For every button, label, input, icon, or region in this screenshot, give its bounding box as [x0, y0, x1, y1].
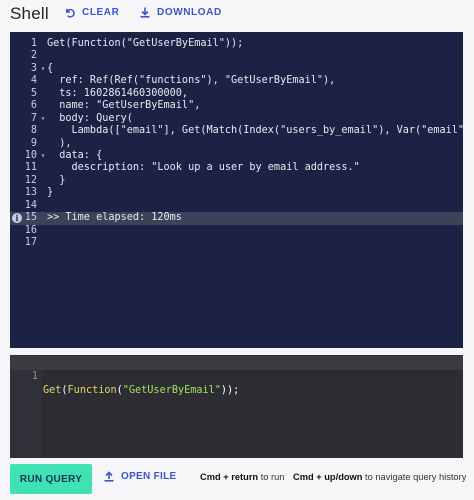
line-content: description: "Look up a user by email ad…: [47, 162, 360, 174]
line-content: {: [47, 62, 54, 74]
output-line: 5 ts: 1602861460300000,: [10, 88, 463, 100]
token-punctuation: ));: [220, 385, 240, 396]
output-line: 13}: [10, 187, 463, 199]
output-line: 3 ▾{: [10, 63, 463, 75]
line-number: 8: [30, 125, 37, 137]
line-content: Get(Function("GetUserByEmail"));: [47, 38, 244, 49]
token-string: "GetUserByEmail": [122, 385, 221, 396]
line-number: 6: [30, 100, 37, 112]
shell-header: Shell CLEAR DOWNLOAD: [0, 0, 474, 30]
token-function: Function: [67, 385, 117, 396]
fold-chevron-icon[interactable]: ▾: [39, 63, 47, 75]
line-content: name: "GetUserByEmail",: [47, 100, 201, 112]
line-number: 2: [30, 50, 37, 62]
history-shortcut-hint: Cmd + up/down to navigate query history: [293, 472, 466, 482]
line-content: ts: 1602861460300000,: [47, 87, 189, 99]
line-content: }: [47, 187, 54, 199]
output-line: 4 ref: Ref(Ref("functions"), "GetUserByE…: [10, 75, 463, 87]
line-content: Lambda(["email"], Get(Match(Index("users…: [47, 125, 463, 137]
editor-line-content[interactable]: Get(Function("GetUserByEmail"));: [43, 384, 239, 398]
download-button[interactable]: DOWNLOAD: [140, 7, 222, 18]
line-number: 11: [24, 162, 37, 174]
line-content: body: Query(: [47, 112, 133, 124]
run-shortcut-hint: Cmd + return to run: [200, 472, 284, 482]
line-number: 4: [30, 75, 37, 87]
output-line: 9 ),: [10, 138, 463, 150]
clear-button[interactable]: CLEAR: [64, 7, 119, 18]
output-line: 14: [10, 200, 463, 212]
output-line: 7 ▾ body: Query(: [10, 113, 463, 125]
line-content: >> Time elapsed: 120ms: [47, 212, 182, 224]
line-number: 5: [30, 87, 37, 99]
line-number: 3: [30, 62, 37, 74]
line-number: 7: [30, 112, 37, 124]
history-shortcut-text: to navigate query history: [362, 472, 467, 482]
output-line: 12 }: [10, 175, 463, 187]
clear-label: CLEAR: [82, 7, 120, 18]
line-content: data: {: [47, 149, 103, 161]
run-query-button[interactable]: RUN QUERY: [10, 464, 92, 494]
output-line: 6 name: "GetUserByEmail",: [10, 100, 463, 112]
line-number: 14: [24, 199, 37, 211]
open-file-button[interactable]: OPEN FILE: [104, 471, 176, 482]
fold-chevron-icon[interactable]: ▾: [39, 113, 47, 125]
token-function: Get: [43, 385, 62, 396]
upload-icon: [104, 471, 114, 482]
output-line: 8 Lambda(["email"], Get(Match(Index("use…: [10, 125, 463, 137]
run-shortcut-text: to run: [258, 472, 285, 482]
output-line: 1 Get(Function("GetUserByEmail"));: [10, 38, 463, 50]
undo-icon: [66, 8, 75, 18]
output-line: 10 ▾ data: {: [10, 150, 463, 162]
open-file-label: OPEN FILE: [121, 471, 177, 482]
history-shortcut-key: Cmd + up/down: [293, 472, 363, 482]
editor-line-number: 1: [31, 371, 38, 382]
download-label: DOWNLOAD: [157, 7, 222, 18]
line-number: 12: [24, 174, 37, 186]
output-code: 1 Get(Function("GetUserByEmail")); 2 3 ▾{4 r…: [10, 38, 463, 249]
page-title: Shell: [10, 4, 49, 23]
fold-chevron-icon[interactable]: ▾: [39, 150, 47, 162]
editor-line[interactable]: 1 Get(Function("GetUserByEmail"));: [10, 356, 463, 396]
shell-footer: RUN QUERY OPEN FILE Cmd + return to run …: [0, 460, 474, 500]
output-line: 17: [10, 237, 463, 249]
line-number: 1: [30, 38, 37, 49]
query-editor[interactable]: 1 Get(Function("GetUserByEmail"));: [10, 355, 463, 458]
line-content: ),: [47, 137, 72, 149]
output-line: 2: [10, 50, 463, 62]
line-content: }: [47, 174, 66, 186]
run-shortcut-key: Cmd + return: [200, 472, 259, 482]
line-number: 10: [24, 149, 37, 161]
line-number: 16: [24, 224, 37, 236]
line-number: 9: [30, 137, 37, 149]
download-icon: [140, 7, 150, 18]
line-number: 15: [24, 212, 37, 224]
output-line: 11 description: "Look up a user by email…: [10, 162, 463, 174]
output-panel[interactable]: 1 Get(Function("GetUserByEmail")); 2 3 ▾{4 r…: [10, 32, 463, 348]
line-number: 17: [24, 237, 37, 248]
line-number: 13: [24, 187, 37, 199]
output-line: i 15 >> Time elapsed: 120ms: [10, 212, 463, 225]
output-line: 16: [10, 225, 463, 237]
line-content: ref: Ref(Ref("functions"), "GetUserByEma…: [47, 75, 336, 87]
